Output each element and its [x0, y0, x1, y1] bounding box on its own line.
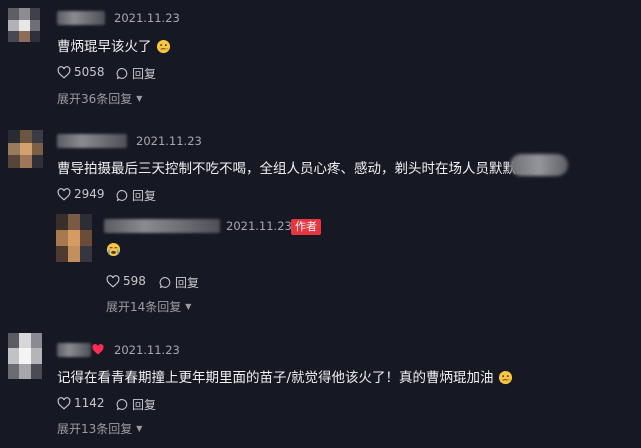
username[interactable] [104, 219, 220, 233]
comment-text: 曹导拍摄最后三天控制不吃不喝，全组人员心疼、感动，剃头时在场人员默默落泪 [57, 161, 543, 177]
crying-emoji-icon [106, 242, 121, 261]
reply-button[interactable]: 回复 [116, 187, 156, 204]
username[interactable] [57, 11, 105, 25]
comment-text: 记得在看青春期撞上更年期里面的苗子/就觉得他该火了！真的曹炳琨加油 [57, 366, 513, 389]
author-badge: 作者 [291, 219, 321, 235]
heart-icon [57, 396, 71, 410]
avatar[interactable] [8, 333, 42, 379]
comment-date: 2021.11.23 [114, 11, 180, 25]
comment-icon [116, 190, 128, 202]
heart-icon [57, 65, 71, 79]
expand-replies-link[interactable]: 展开13条回复 ▼ [57, 420, 142, 437]
avatar[interactable] [8, 8, 40, 42]
avatar[interactable] [8, 130, 43, 168]
like-count: 5058 [74, 65, 105, 79]
like-button[interactable]: 2949 [57, 187, 105, 201]
reply-button[interactable]: 回复 [116, 65, 156, 82]
heart-icon [57, 187, 71, 201]
heart-emoji-icon [92, 344, 104, 355]
comment-icon [116, 68, 128, 80]
like-button[interactable]: 598 [106, 274, 146, 288]
reply-date: 2021.11.23 [226, 219, 292, 233]
thinking-emoji-icon [498, 370, 513, 389]
caret-down-icon: ▼ [136, 424, 143, 433]
comment-date: 2021.11.23 [114, 343, 180, 357]
avatar[interactable] [56, 214, 92, 262]
comment-icon [116, 399, 128, 411]
like-count: 1142 [74, 396, 105, 410]
username[interactable] [57, 134, 127, 148]
expand-replies-link[interactable]: 展开14条回复 ▼ [106, 298, 191, 315]
blurred-sticker [510, 154, 568, 176]
caret-down-icon: ▼ [185, 302, 192, 311]
username[interactable] [57, 343, 91, 357]
like-count: 598 [123, 274, 146, 288]
caret-down-icon: ▼ [136, 94, 143, 103]
comment-text: 曹炳琨早该火了 [57, 35, 171, 58]
heart-icon [106, 274, 120, 288]
comment-date: 2021.11.23 [136, 134, 202, 148]
comment-icon [159, 277, 171, 289]
like-count: 2949 [74, 187, 105, 201]
like-button[interactable]: 5058 [57, 65, 105, 79]
reply-button[interactable]: 回复 [159, 274, 199, 291]
reply-button[interactable]: 回复 [116, 396, 156, 413]
expand-replies-link[interactable]: 展开36条回复 ▼ [57, 90, 142, 107]
thinking-emoji-icon [156, 39, 171, 58]
like-button[interactable]: 1142 [57, 396, 105, 410]
